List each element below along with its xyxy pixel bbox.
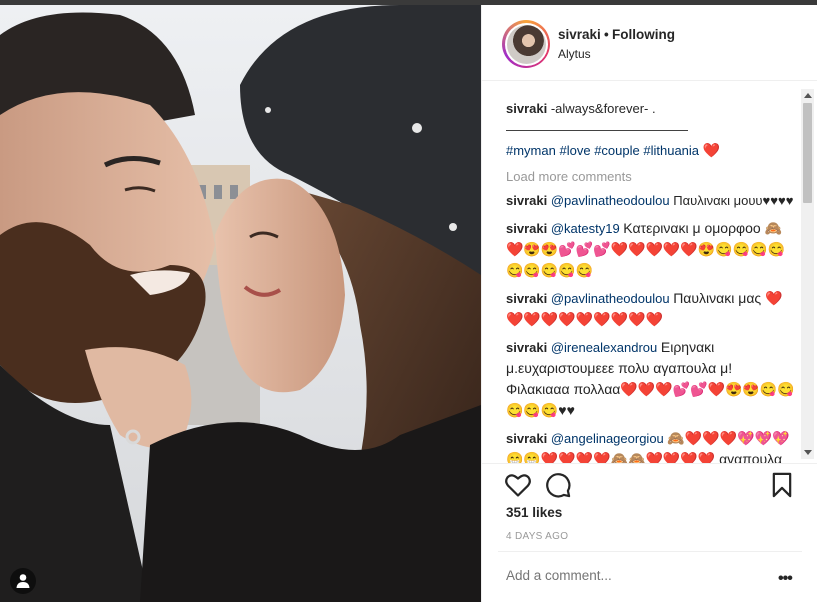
comment-username-link[interactable]: sivraki <box>506 291 547 306</box>
post-caption: sivraki -always&forever- . —————————————… <box>506 98 796 161</box>
comment-username-link[interactable]: sivraki <box>506 340 547 355</box>
comment-item: sivraki @angelinageorgiou 🙈❤️❤️❤️💖💖💖😁😁❤️… <box>506 428 796 463</box>
scroll-up-arrow-icon[interactable] <box>804 93 812 98</box>
comment-item: sivraki @pavlinatheodoulou Παυλινακι μας… <box>506 288 796 330</box>
comment-mention-link[interactable]: @irenealexandrou <box>551 340 657 355</box>
couple-photo-illustration <box>0 5 481 602</box>
comment-mention-link[interactable]: @pavlinatheodoulou <box>551 193 670 208</box>
likes-count[interactable]: 351 likes <box>506 505 562 520</box>
comment-item: sivraki @katesty19 Κατερινακι μ ομορφοο … <box>506 218 796 281</box>
comment-text: Κατερινακι μ ομορφοο 🙈❤️😍😍💕💕💕❤️❤️❤️❤️❤️😍… <box>506 220 785 278</box>
scrollbar-thumb[interactable] <box>803 103 812 203</box>
hashtag-link[interactable]: #love <box>559 143 590 158</box>
header-separator: • <box>604 27 609 42</box>
more-options-icon[interactable]: ••• <box>778 570 793 588</box>
post-details-panel: sivraki • Following Alytus sivraki -alwa… <box>481 5 817 602</box>
comments-list[interactable]: sivraki -always&forever- . —————————————… <box>482 81 817 464</box>
following-button[interactable]: Following <box>612 27 675 42</box>
comments-scrollbar[interactable] <box>801 89 814 459</box>
heart-outline-icon[interactable] <box>504 471 532 499</box>
comment-mention-link[interactable]: @katesty19 <box>551 221 620 236</box>
hashtag-link[interactable]: #lithuania <box>643 143 699 158</box>
speech-bubble-icon[interactable] <box>544 471 572 499</box>
comment-mention-link[interactable]: @angelinageorgiou <box>551 431 664 446</box>
comment-text: Παυλινακι μουυ♥♥♥♥ <box>673 193 794 208</box>
hashtag-link[interactable]: #couple <box>594 143 640 158</box>
bookmark-icon[interactable] <box>768 471 796 499</box>
comment-username-link[interactable]: sivraki <box>506 221 547 236</box>
avatar[interactable] <box>502 20 550 68</box>
comment-mention-link[interactable]: @pavlinatheodoulou <box>551 291 670 306</box>
post-header: sivraki • Following Alytus <box>482 5 817 81</box>
location-link[interactable]: Alytus <box>558 47 591 61</box>
person-tag-icon[interactable] <box>10 568 36 594</box>
divider <box>498 551 802 552</box>
caption-text: -always&forever- . <box>550 101 656 116</box>
post-timestamp[interactable]: 4 DAYS AGO <box>506 531 568 542</box>
scroll-down-arrow-icon[interactable] <box>804 450 812 455</box>
comment-username-link[interactable]: sivraki <box>506 431 547 446</box>
load-more-comments-button[interactable]: Load more comments <box>506 166 796 187</box>
post-photo[interactable] <box>0 5 481 602</box>
caption-emoji: ❤️ <box>702 142 721 158</box>
comment-item: sivraki @pavlinatheodoulou Παυλινακι μου… <box>506 190 796 211</box>
add-comment-input[interactable] <box>506 568 756 583</box>
hashtag-link[interactable]: #myman <box>506 143 556 158</box>
header-username-link[interactable]: sivraki <box>558 27 601 42</box>
caption-username-link[interactable]: sivraki <box>506 101 547 116</box>
caption-rule: —————————————— <box>506 122 688 137</box>
comment-username-link[interactable]: sivraki <box>506 193 547 208</box>
comment-item: sivraki @irenealexandrou Ειρηνακι μ.ευχα… <box>506 337 796 421</box>
